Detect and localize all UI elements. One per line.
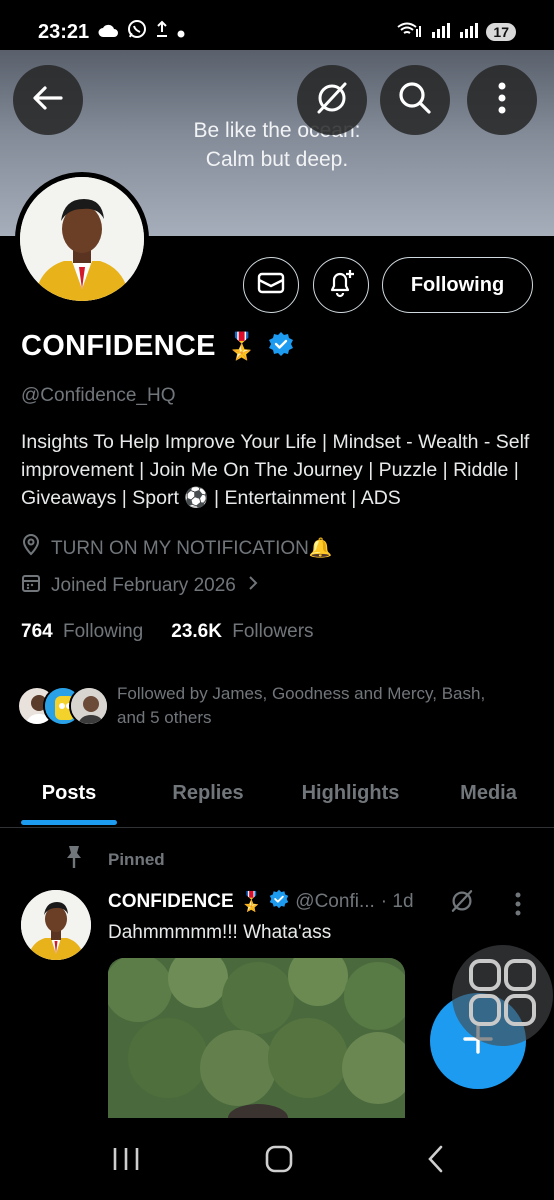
tab-replies[interactable]: Replies <box>138 760 278 827</box>
status-left: 23:21 <box>38 19 185 45</box>
followers-count-link[interactable]: 23.6K Followers <box>171 621 313 643</box>
grok-icon <box>312 78 352 123</box>
profile-handle: @Confidence_HQ <box>21 385 176 406</box>
followers-count: 23.6K <box>171 621 222 642</box>
tab-posts[interactable]: Posts <box>0 760 138 827</box>
back-arrow-icon <box>31 84 65 117</box>
grok-button[interactable] <box>297 65 367 135</box>
profile-name-row: CONFIDENCE 🎖️ <box>21 330 294 363</box>
profile-bio: Insights To Help Improve Your Life | Min… <box>21 431 530 509</box>
tab-highlights[interactable]: Highlights <box>278 760 423 827</box>
pinned-label: Pinned <box>108 849 165 869</box>
search-icon <box>397 80 433 121</box>
post-avatar[interactable] <box>21 890 91 960</box>
location-text: TURN ON MY NOTIFICATION🔔 <box>51 538 333 559</box>
mail-icon <box>257 272 285 299</box>
calendar-icon <box>21 573 41 599</box>
display-name: CONFIDENCE <box>21 330 216 362</box>
post-more-icon[interactable] <box>514 892 522 921</box>
whatsapp-icon <box>127 19 147 45</box>
profile-tabs: Posts Replies Highlights Media <box>0 760 554 828</box>
chevron-right-icon <box>246 574 260 598</box>
followed-by-text: Followed by James, Goodness and Mercy, B… <box>117 682 537 730</box>
post-author[interactable]: CONFIDENCE <box>108 891 234 913</box>
banner-quote: Be like the ocean: Calm but deep. <box>0 116 554 174</box>
back-button[interactable] <box>13 65 83 135</box>
more-vertical-icon <box>497 82 507 119</box>
followed-by-line-1: Followed by James, Goodness and Mercy, B… <box>117 684 486 703</box>
more-button[interactable] <box>467 65 537 135</box>
upload-icon <box>155 20 169 44</box>
status-time: 23:21 <box>38 20 90 43</box>
verified-badge-icon <box>268 331 294 362</box>
joined-text: Joined February 2026 <box>51 575 236 596</box>
banner-line-1: Be like the ocean: <box>193 119 361 142</box>
battery-indicator: 17 <box>486 23 516 41</box>
grok-icon[interactable] <box>448 887 476 920</box>
following-label: Following <box>62 621 144 642</box>
post-time: · 1d <box>380 891 414 912</box>
verified-badge-icon <box>269 889 289 915</box>
message-button[interactable] <box>243 257 299 313</box>
signal-icon <box>458 22 479 42</box>
wifi-calling-icon <box>396 21 422 43</box>
floating-apps-overlay[interactable] <box>452 945 553 1046</box>
profile-joined[interactable]: Joined February 2026 <box>21 573 260 599</box>
following-count-link[interactable]: 764 Following <box>21 621 143 643</box>
cloud-icon <box>97 21 119 44</box>
following-button[interactable]: Following <box>382 257 533 313</box>
home-icon[interactable] <box>264 1144 294 1179</box>
avatar-image <box>20 177 144 301</box>
pin-icon <box>62 844 86 875</box>
bell-plus-icon <box>325 267 357 304</box>
pinned-indicator: Pinned <box>62 844 165 875</box>
status-right: 17 <box>396 21 516 43</box>
back-icon[interactable] <box>426 1144 446 1179</box>
followed-by[interactable]: Followed by James, Goodness and Mercy, B… <box>17 682 537 730</box>
notification-button[interactable] <box>313 257 369 313</box>
recent-apps-icon[interactable] <box>112 1146 140 1177</box>
mutual-avatar <box>69 686 109 726</box>
signal-icon <box>430 22 451 42</box>
follow-counts: 764 Following 23.6K Followers <box>21 621 314 643</box>
medal-icon: 🎖️ <box>225 331 259 361</box>
tab-media[interactable]: Media <box>423 760 554 827</box>
profile-avatar[interactable] <box>15 172 149 306</box>
profile-location: TURN ON MY NOTIFICATION🔔 <box>21 534 333 562</box>
system-nav-bar <box>0 1118 554 1200</box>
post-text: Dahmmmmm!!! Whata'ass <box>108 922 332 943</box>
medal-icon: 🎖️ <box>239 892 264 913</box>
followers-label: Followers <box>232 621 314 642</box>
following-count: 764 <box>21 621 53 642</box>
dot-icon <box>177 21 185 44</box>
search-button[interactable] <box>380 65 450 135</box>
banner-line-2: Calm but deep. <box>205 148 349 171</box>
post-handle: @Confi... <box>295 891 375 912</box>
post-media-image[interactable] <box>108 958 405 1118</box>
app-grid-icon <box>452 959 553 1050</box>
location-pin-icon <box>21 534 41 562</box>
followed-by-line-2: and 5 others <box>117 708 212 727</box>
